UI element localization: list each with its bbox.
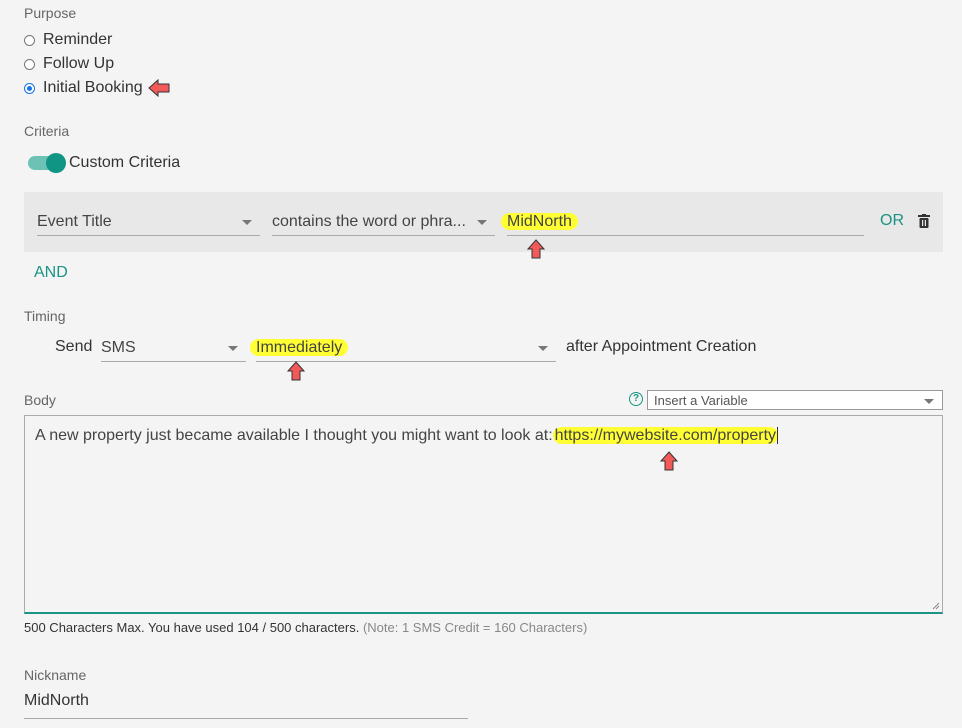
purpose-label: Purpose [24, 5, 77, 21]
body-textarea[interactable]: A new property just became available I t… [24, 415, 943, 614]
channel-value: SMS [101, 339, 136, 356]
radio-button[interactable] [24, 34, 35, 46]
nickname-value: MidNorth [24, 692, 89, 709]
body-link-text: https://mywebsite.com/property [552, 427, 779, 444]
radio-follow-up[interactable]: Follow Up [24, 52, 114, 76]
criteria-operator-select[interactable]: contains the word or phra... [272, 208, 495, 236]
criteria-value: MidNorth [501, 213, 578, 230]
chevron-down-icon [924, 399, 934, 404]
nickname-label: Nickname [24, 667, 87, 683]
criteria-value-input[interactable]: MidNorth [501, 208, 864, 236]
channel-select[interactable]: SMS [101, 334, 246, 362]
red-arrow-marker-icon [527, 239, 545, 259]
custom-criteria-toggle[interactable] [28, 153, 66, 173]
insert-variable-select[interactable]: Insert a Variable [647, 390, 943, 410]
nickname-input[interactable]: MidNorth [24, 692, 468, 719]
red-arrow-marker-icon [147, 79, 170, 97]
timing-when-select[interactable]: Immediately [250, 334, 556, 362]
body-label: Body [24, 392, 56, 408]
chevron-down-icon [477, 220, 487, 225]
criteria-field-value: Event Title [37, 213, 112, 230]
radio-button-selected[interactable] [24, 82, 35, 94]
radio-label-follow-up: Follow Up [43, 55, 115, 72]
radio-button[interactable] [24, 58, 35, 70]
send-label: Send [55, 338, 93, 355]
insert-variable-placeholder: Insert a Variable [654, 393, 748, 408]
character-counter: 500 Characters Max. You have used 104 / … [24, 620, 587, 635]
custom-criteria-label: Custom Criteria [69, 154, 181, 171]
criteria-operator-value: contains the word or phra... [272, 213, 466, 230]
toggle-knob[interactable] [46, 153, 66, 173]
timing-suffix: after Appointment Creation [566, 338, 757, 355]
resize-handle-icon[interactable] [932, 602, 940, 610]
criteria-field-select[interactable]: Event Title [37, 208, 260, 236]
red-arrow-marker-icon [660, 451, 678, 471]
toggle-track[interactable] [28, 153, 66, 173]
and-button[interactable]: AND [34, 264, 68, 282]
help-icon[interactable]: ? [629, 392, 643, 406]
timing-when-value: Immediately [250, 339, 349, 356]
chevron-down-icon [228, 346, 238, 351]
radio-reminder[interactable]: Reminder [24, 28, 112, 52]
radio-label-initial-booking: Initial Booking [43, 79, 143, 96]
radio-initial-booking[interactable]: Initial Booking [24, 76, 170, 100]
chevron-down-icon [242, 220, 252, 225]
timing-label: Timing [24, 308, 66, 324]
body-text: A new property just became available I t… [35, 427, 553, 444]
counter-note: (Note: 1 SMS Credit = 160 Characters) [362, 620, 588, 635]
trash-icon[interactable] [918, 214, 930, 228]
or-button[interactable]: OR [880, 212, 904, 230]
radio-label-reminder: Reminder [43, 31, 113, 48]
chevron-down-icon [538, 346, 548, 351]
counter-main: 500 Characters Max. You have used 104 / … [24, 620, 360, 635]
criteria-label: Criteria [24, 123, 70, 139]
red-arrow-marker-icon [287, 361, 305, 381]
